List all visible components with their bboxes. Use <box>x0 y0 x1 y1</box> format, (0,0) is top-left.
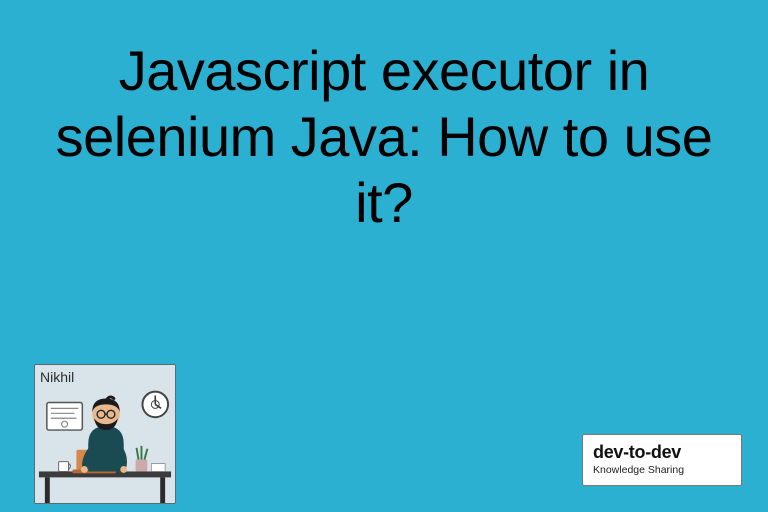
author-card: Nikhil <box>34 364 176 504</box>
developer-illustration-icon <box>35 365 175 503</box>
page-title: Javascript executor in selenium Java: Ho… <box>0 38 768 236</box>
brand-subtitle: Knowledge Sharing <box>593 464 731 476</box>
author-name: Nikhil <box>40 369 74 385</box>
brand-title: dev-to-dev <box>593 442 731 463</box>
brand-card: dev-to-dev Knowledge Sharing <box>582 434 742 486</box>
